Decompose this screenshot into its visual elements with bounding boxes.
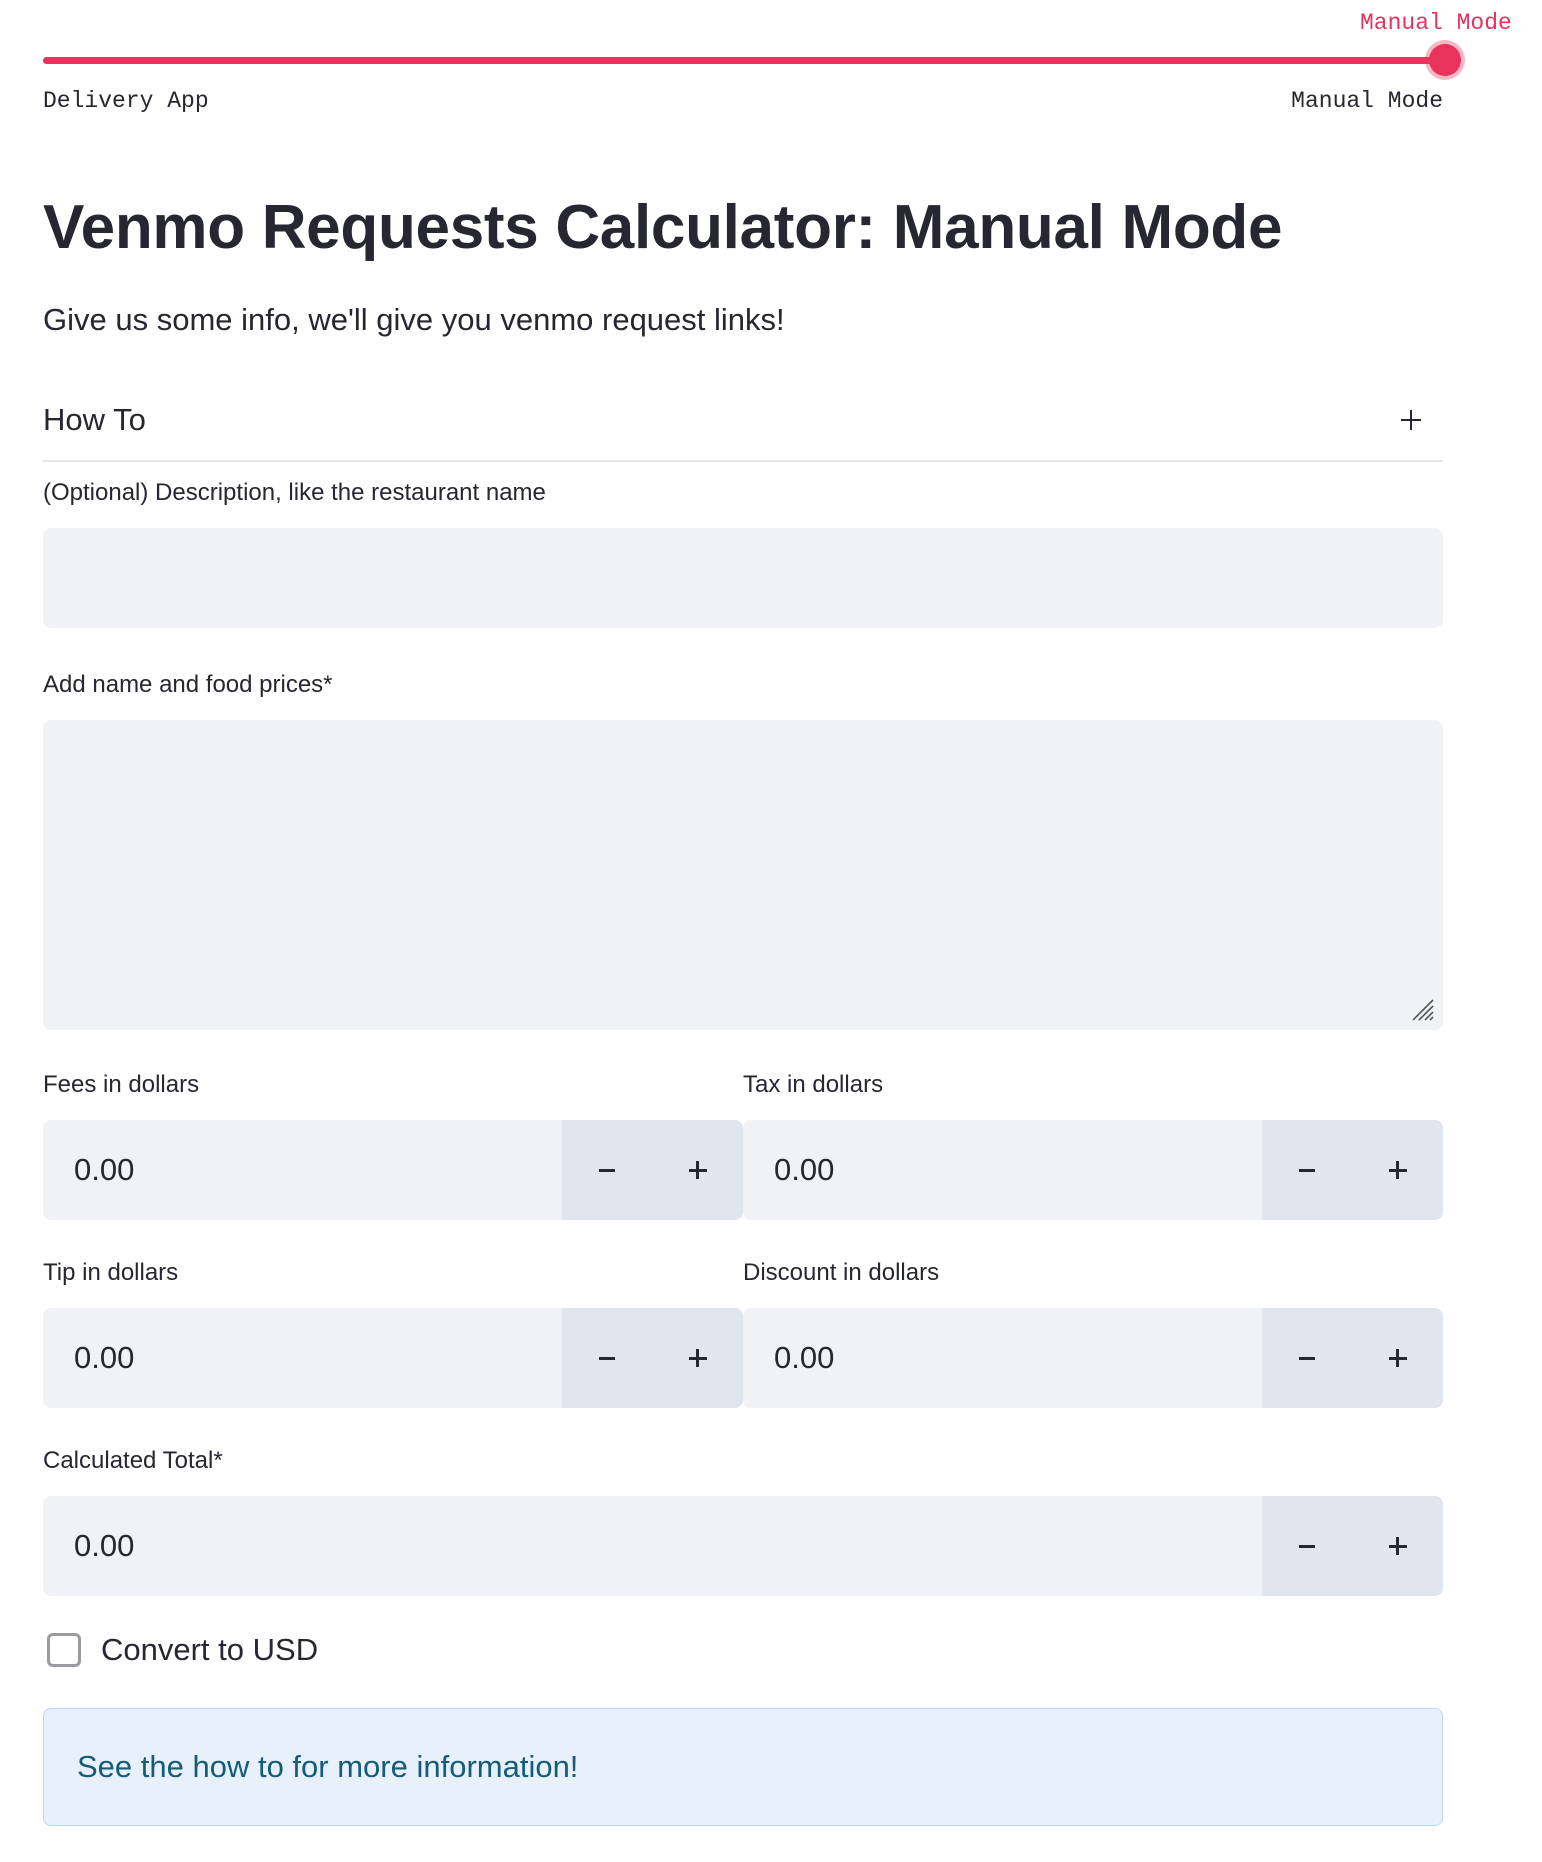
checkbox-box[interactable] bbox=[47, 1633, 81, 1667]
page-title: Venmo Requests Calculator: Manual Mode bbox=[43, 193, 1283, 262]
tax-stepper bbox=[1262, 1120, 1443, 1220]
fees-increment-button[interactable] bbox=[653, 1120, 744, 1220]
fees-column: Fees in dollars bbox=[43, 1070, 743, 1220]
total-input[interactable] bbox=[43, 1496, 1262, 1596]
tip-decrement-button[interactable] bbox=[562, 1308, 653, 1408]
tip-increment-button[interactable] bbox=[653, 1308, 744, 1408]
fees-label: Fees in dollars bbox=[43, 1071, 200, 1098]
discount-stepper bbox=[1262, 1308, 1443, 1408]
fees-decrement-button[interactable] bbox=[562, 1120, 653, 1220]
mode-select-slider[interactable]: Manual Mode Delivery App Manual Mode bbox=[43, 0, 1512, 128]
tax-increment-button[interactable] bbox=[1353, 1120, 1444, 1220]
minus-icon bbox=[1299, 1356, 1316, 1360]
plus-icon bbox=[1388, 1161, 1407, 1179]
tip-stepper bbox=[562, 1308, 743, 1408]
plus-icon bbox=[688, 1161, 707, 1179]
slider-current-value: Manual Mode bbox=[1360, 10, 1512, 36]
total-label: Calculated Total* bbox=[43, 1447, 223, 1474]
description-input[interactable] bbox=[43, 528, 1443, 628]
tax-column: Tax in dollars bbox=[743, 1070, 1443, 1220]
convert-usd-label: Convert to USD bbox=[101, 1632, 319, 1667]
tax-input[interactable] bbox=[743, 1120, 1262, 1220]
page-subtitle: Give us some info, we'll give you venmo … bbox=[43, 302, 785, 337]
total-stepper bbox=[1262, 1496, 1443, 1596]
minus-icon bbox=[599, 1356, 616, 1360]
prices-label: Add name and food prices* bbox=[43, 671, 333, 698]
discount-number-input bbox=[743, 1308, 1443, 1408]
discount-label: Discount in dollars bbox=[743, 1259, 940, 1286]
tip-column: Tip in dollars bbox=[43, 1258, 743, 1408]
prices-textarea-wrapper bbox=[43, 720, 1443, 1030]
description-label: (Optional) Description, like the restaur… bbox=[43, 479, 546, 506]
plus-icon[interactable] bbox=[1393, 402, 1429, 438]
tip-input[interactable] bbox=[43, 1308, 562, 1408]
total-number-input bbox=[43, 1496, 1443, 1596]
fees-input[interactable] bbox=[43, 1120, 562, 1220]
slider-max-label: Manual Mode bbox=[1291, 88, 1443, 114]
tax-number-input bbox=[743, 1120, 1443, 1220]
info-message: See the how to for more information! bbox=[77, 1749, 579, 1784]
plus-icon bbox=[1388, 1349, 1407, 1367]
resize-handle-icon[interactable] bbox=[1409, 996, 1435, 1022]
convert-usd-checkbox[interactable]: Convert to USD bbox=[43, 1632, 1443, 1668]
plus-icon bbox=[1388, 1537, 1407, 1555]
main-content: Manual Mode Delivery App Manual Mode Ven… bbox=[43, 0, 1512, 1826]
tip-number-input bbox=[43, 1308, 743, 1408]
tip-label: Tip in dollars bbox=[43, 1259, 179, 1286]
tax-label: Tax in dollars bbox=[743, 1071, 884, 1098]
how-to-expander[interactable]: How To bbox=[43, 380, 1443, 462]
minus-icon bbox=[599, 1168, 616, 1172]
prices-textarea[interactable] bbox=[43, 720, 1443, 1030]
discount-input[interactable] bbox=[743, 1308, 1262, 1408]
slider-thumb[interactable] bbox=[1429, 44, 1461, 76]
fees-number-input bbox=[43, 1120, 743, 1220]
minus-icon bbox=[1299, 1544, 1316, 1548]
tax-decrement-button[interactable] bbox=[1262, 1120, 1353, 1220]
tip-discount-row: Tip in dollars Discount in dollars bbox=[43, 1258, 1443, 1408]
discount-increment-button[interactable] bbox=[1353, 1308, 1444, 1408]
expander-label: How To bbox=[43, 402, 146, 437]
minus-icon bbox=[1299, 1168, 1316, 1172]
info-alert: See the how to for more information! bbox=[43, 1708, 1443, 1826]
discount-decrement-button[interactable] bbox=[1262, 1308, 1353, 1408]
plus-icon bbox=[688, 1349, 707, 1367]
fees-tax-row: Fees in dollars Tax in dollars bbox=[43, 1070, 1443, 1220]
total-increment-button[interactable] bbox=[1353, 1496, 1444, 1596]
fees-stepper bbox=[562, 1120, 743, 1220]
total-decrement-button[interactable] bbox=[1262, 1496, 1353, 1596]
slider-track[interactable] bbox=[43, 57, 1443, 64]
slider-min-label: Delivery App bbox=[43, 88, 209, 114]
discount-column: Discount in dollars bbox=[743, 1258, 1443, 1408]
